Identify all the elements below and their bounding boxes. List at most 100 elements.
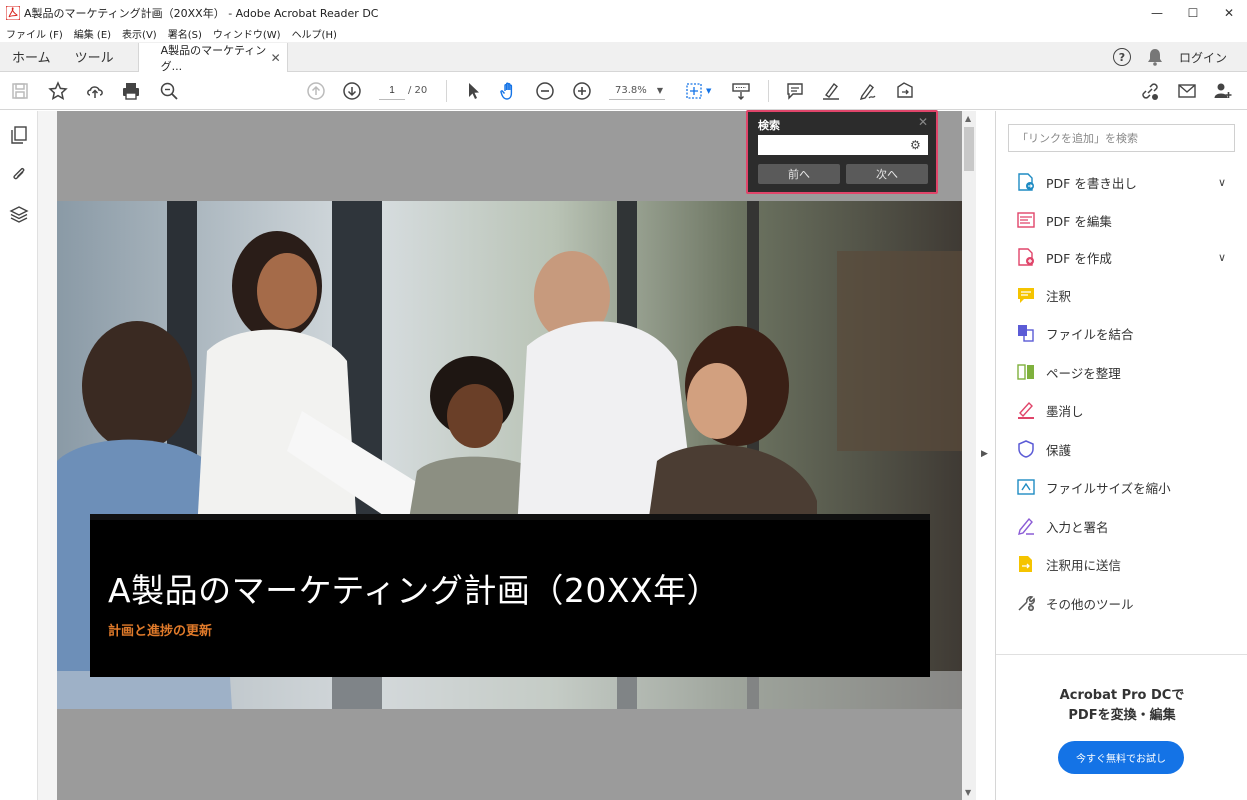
page-total: / 20 xyxy=(408,85,428,96)
menu-window[interactable]: ウィンドウ(W) xyxy=(213,26,281,41)
promo-line-1: Acrobat Pro DCで xyxy=(1059,688,1185,703)
tab-tools[interactable]: ツール xyxy=(63,42,126,71)
menu-help[interactable]: ヘルプ(H) xyxy=(292,26,337,41)
bell-icon[interactable] xyxy=(1147,48,1163,66)
tool-label: ファイルを結合 xyxy=(1046,326,1134,342)
scroll-thumb[interactable] xyxy=(964,127,974,171)
tab-bar: ホーム ツール A製品のマーケティング... ✕ ? ログイン xyxy=(0,42,1247,73)
tool-label: 注釈用に送信 xyxy=(1046,557,1122,573)
print-icon[interactable] xyxy=(120,80,142,102)
close-window-button[interactable]: ✕ xyxy=(1211,0,1247,25)
tool-label: その他のツール xyxy=(1046,596,1134,612)
email-icon[interactable] xyxy=(1176,80,1198,102)
tool-combine-files[interactable]: ファイルを結合 xyxy=(1016,321,1236,345)
create-pdf-icon xyxy=(1018,248,1034,266)
tool-label: 入力と署名 xyxy=(1046,519,1109,535)
tool-compress[interactable]: ファイルサイズを縮小 xyxy=(1016,475,1236,499)
tool-label: ファイルサイズを縮小 xyxy=(1046,480,1171,496)
cloud-upload-icon[interactable] xyxy=(84,80,106,102)
comment-icon[interactable] xyxy=(784,80,806,102)
organize-pages-icon xyxy=(1017,364,1034,380)
zoom-level-select[interactable]: 73.8% ▼ xyxy=(609,82,665,100)
tools-search-input[interactable]: 「リンクを追加」を検索 xyxy=(1008,124,1235,152)
tool-create-pdf[interactable]: PDF を作成 ∨ xyxy=(1016,245,1236,269)
scroll-down-icon[interactable]: ▼ xyxy=(965,788,971,797)
combine-files-icon xyxy=(1018,325,1034,342)
gear-icon[interactable]: ⚙ xyxy=(910,138,921,152)
hand-tool-icon[interactable] xyxy=(498,80,520,102)
next-page-icon[interactable] xyxy=(341,80,363,102)
help-icon[interactable]: ? xyxy=(1112,48,1131,66)
tool-label: PDF を編集 xyxy=(1046,213,1112,229)
tool-redact[interactable]: 墨消し xyxy=(1016,398,1236,422)
cover-title-box: A製品のマーケティング計画（20XX年） 計画と進捗の更新 xyxy=(90,514,930,677)
send-comments-icon xyxy=(1019,556,1032,572)
find-popup: 検索 ✕ ⚙ 前へ 次へ xyxy=(746,110,938,194)
more-tools-icon xyxy=(1018,596,1035,611)
menu-file[interactable]: ファイル (F) xyxy=(6,26,63,41)
chevron-down-icon[interactable]: ∨ xyxy=(1218,176,1226,189)
zoom-search-icon[interactable] xyxy=(158,80,180,102)
tab-home[interactable]: ホーム xyxy=(0,42,63,71)
tool-edit-pdf[interactable]: PDF を編集 xyxy=(1016,208,1236,232)
tool-organize-pages[interactable]: ページを整理 xyxy=(1016,360,1236,384)
protect-icon xyxy=(1018,440,1034,458)
menu-view[interactable]: 表示(V) xyxy=(122,26,157,41)
tool-protect[interactable]: 保護 xyxy=(1016,437,1236,461)
vertical-scrollbar[interactable]: ▲ ▼ xyxy=(962,111,976,800)
promo-text: Acrobat Pro DCで PDFを変換・編集 xyxy=(996,686,1247,726)
login-link[interactable]: ログイン xyxy=(1179,49,1227,66)
layers-icon[interactable] xyxy=(9,204,29,224)
select-cursor-icon[interactable] xyxy=(462,80,484,102)
tool-send-comments[interactable]: 注釈用に送信 xyxy=(1016,552,1236,576)
page-number-input[interactable] xyxy=(379,82,405,100)
document-title: A製品のマーケティング計画（20XX年） xyxy=(108,571,721,610)
tool-export-pdf[interactable]: PDF を書き出し ∨ xyxy=(1016,170,1236,194)
edit-pdf-icon xyxy=(1017,212,1035,228)
collapse-right-panel-icon[interactable]: ▶ xyxy=(981,449,988,459)
menu-sign[interactable]: 署名(S) xyxy=(168,26,202,41)
tool-more-tools[interactable]: その他のツール xyxy=(1016,591,1236,615)
find-previous-button[interactable]: 前へ xyxy=(758,164,840,184)
zoom-out-icon[interactable] xyxy=(534,80,556,102)
chevron-down-icon[interactable]: ∨ xyxy=(1218,251,1226,264)
tool-fill-sign[interactable]: 入力と署名 xyxy=(1016,514,1236,538)
scroll-up-icon[interactable]: ▲ xyxy=(965,114,971,123)
fit-dropdown-icon[interactable]: ▼ xyxy=(706,87,711,95)
close-tab-icon[interactable]: ✕ xyxy=(271,51,281,65)
find-next-button[interactable]: 次へ xyxy=(846,164,928,184)
star-icon[interactable] xyxy=(47,80,69,102)
fit-page-icon[interactable] xyxy=(683,80,705,102)
previous-page-icon[interactable] xyxy=(305,80,327,102)
sign-pen-icon[interactable] xyxy=(857,80,879,102)
tool-comment[interactable]: 注釈 xyxy=(1016,283,1236,307)
tool-label: 保護 xyxy=(1046,442,1072,458)
find-title: 検索 xyxy=(758,119,780,132)
comment-icon xyxy=(1018,288,1034,303)
save-icon[interactable] xyxy=(9,80,31,102)
free-trial-button[interactable]: 今すぐ無料でお試し xyxy=(1058,741,1184,774)
minimize-button[interactable]: — xyxy=(1139,0,1175,25)
scroll-mode-icon[interactable] xyxy=(730,80,752,102)
promo-line-2: PDFを変換・編集 xyxy=(1068,708,1176,723)
redact-icon xyxy=(1018,401,1034,419)
page-thumbnails-icon[interactable] xyxy=(9,125,29,145)
compress-icon xyxy=(1017,479,1035,495)
left-rail xyxy=(0,111,38,800)
menu-bar: ファイル (F) 編集 (E) 表示(V) 署名(S) ウィンドウ(W) ヘルプ… xyxy=(0,25,1247,42)
tab-document[interactable]: A製品のマーケティング... ✕ xyxy=(137,43,288,73)
share-tag-icon[interactable] xyxy=(894,80,916,102)
zoom-level-value: 73.8% xyxy=(615,85,647,96)
zoom-in-icon[interactable] xyxy=(571,80,593,102)
highlight-icon[interactable] xyxy=(820,80,842,102)
attachment-icon[interactable] xyxy=(9,164,29,184)
panel-divider xyxy=(996,654,1247,655)
add-user-icon[interactable] xyxy=(1212,80,1234,102)
tool-label: ページを整理 xyxy=(1046,365,1121,381)
acrobat-logo-icon xyxy=(6,5,20,20)
find-input[interactable] xyxy=(758,135,928,155)
share-link-icon[interactable] xyxy=(1139,80,1161,102)
find-close-icon[interactable]: ✕ xyxy=(918,115,928,129)
maximize-button[interactable]: ☐ xyxy=(1175,0,1211,25)
menu-edit[interactable]: 編集 (E) xyxy=(74,26,111,41)
